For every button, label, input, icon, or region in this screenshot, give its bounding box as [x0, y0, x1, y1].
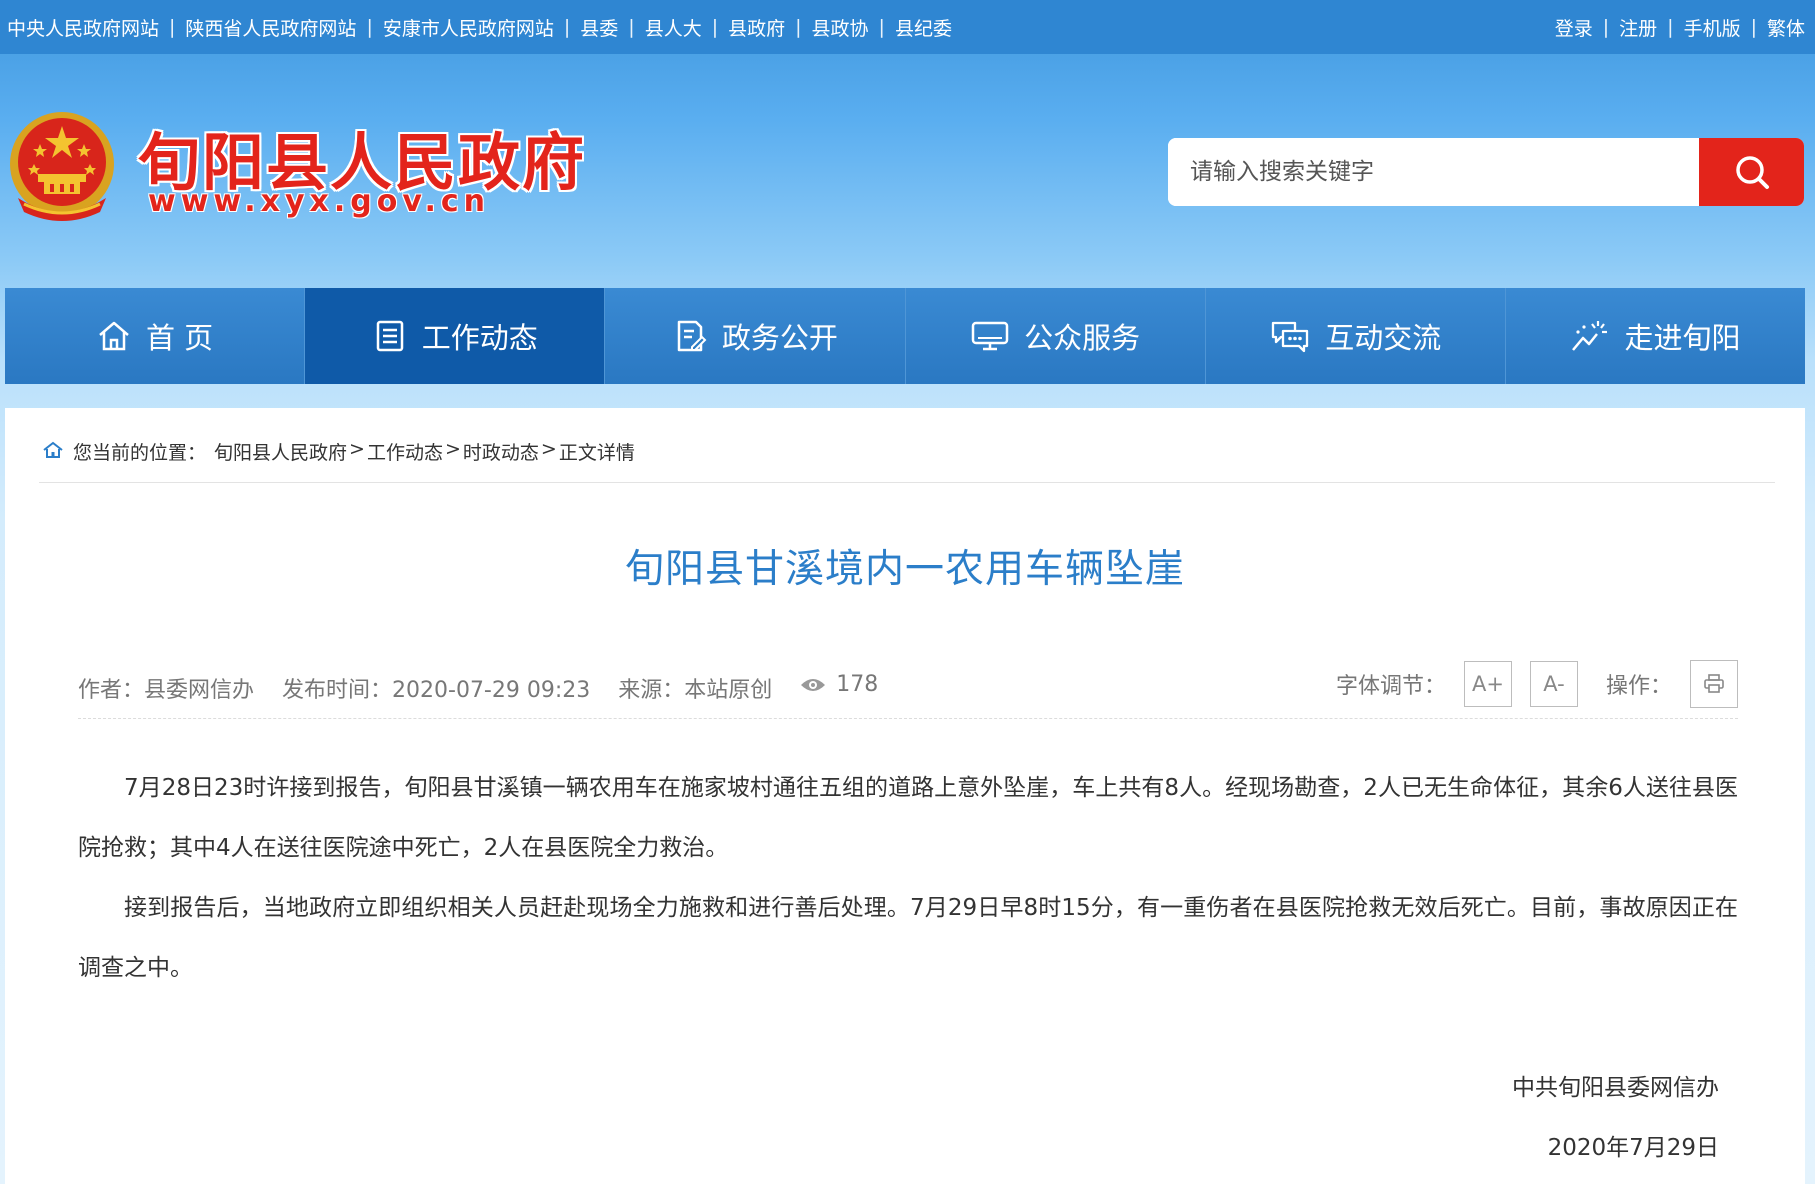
top-link-separator: | — [795, 16, 802, 38]
file-edit-icon — [677, 320, 707, 352]
top-link-separator: | — [169, 16, 176, 38]
article-date: 2020年7月29日 — [1547, 1135, 1719, 1161]
main-nav: 首 页 工作动态 政务公开 公众服务 互动交流 走进旬阳 — [5, 288, 1806, 384]
top-link-separator: | — [563, 16, 571, 38]
operation-label: 操作： — [1605, 674, 1672, 699]
monitor-icon — [971, 321, 1009, 351]
nav-item-label: 工作动态 — [421, 321, 538, 355]
top-link-separator: | — [1750, 16, 1757, 38]
top-link-county-government[interactable]: 县政府 — [728, 14, 785, 41]
breadcrumb-item-county-gov[interactable]: 旬阳县人民政府 — [214, 438, 347, 465]
article-paragraph: 7月28日23时许接到报告，旬阳县甘溪镇一辆农用车在施家坡村通往五组的道路上意外… — [78, 775, 1738, 861]
search-box — [1168, 138, 1804, 206]
article-signature: 中共旬阳县委网信办 — [1512, 1075, 1719, 1101]
nav-item-public-service[interactable]: 公众服务 — [905, 288, 1206, 384]
article-author: 作者：县委网信办 — [78, 678, 255, 703]
article-signature-block: 中共旬阳县委网信办 2020年7月29日 — [1512, 1058, 1719, 1178]
home-icon — [99, 321, 129, 351]
article-meta: 作者：县委网信办 发布时间：2020-07-29 09:23 来源：本站原创 1… — [78, 660, 1738, 719]
top-link-county-congress[interactable]: 县人大 — [645, 14, 702, 41]
article-publish-time: 发布时间：2020-07-29 09:23 — [282, 678, 591, 703]
breadcrumb-separator: > — [349, 438, 365, 460]
font-adjust-label: 字体调节： — [1335, 674, 1446, 699]
font-decrease-button[interactable]: A- — [1529, 661, 1578, 707]
nav-item-label: 互动交流 — [1325, 321, 1442, 355]
breadcrumb-home-icon — [43, 441, 63, 458]
top-link-separator: | — [878, 16, 885, 38]
article-paragraph: 接到报告后，当地政府立即组织相关人员赶赴现场全力施救和进行善后处理。7月29日早… — [78, 895, 1738, 981]
print-icon — [1704, 674, 1724, 693]
article-tools: 字体调节： A+ A- 操作： — [1336, 660, 1738, 708]
article-title: 旬阳县甘溪境内一农用车辆坠崖 — [624, 547, 1185, 592]
content-panel: 您当前的位置： 旬阳县人民政府 > 工作动态 > 时政动态 > 正文详情 旬阳县甘溪境… — [5, 408, 1805, 1184]
nav-item-label: 政务公开 — [721, 321, 838, 355]
breadcrumb-separator: > — [540, 438, 557, 460]
nav-item-label: 公众服务 — [1024, 321, 1141, 355]
breadcrumb-item-current-affairs[interactable]: 时政动态 — [463, 438, 539, 465]
top-link-county-committee[interactable]: 县委 — [580, 14, 618, 41]
search-button[interactable] — [1699, 138, 1804, 206]
nav-item-about-xunyang[interactable]: 走进旬阳 — [1505, 288, 1806, 384]
nav-item-home[interactable]: 首 页 — [5, 288, 306, 384]
traditional-chinese-link[interactable]: 繁体 — [1767, 14, 1805, 41]
nav-item-label: 首 页 — [145, 321, 214, 355]
view-count: 178 — [800, 660, 878, 697]
top-link-separator: | — [366, 16, 373, 38]
top-link-bar: 中央人民政府网站 | 陕西省人民政府网站 | 安康市人民政府网站 | 县委 | 县人大 |… — [0, 0, 1815, 54]
document-list-icon — [376, 320, 403, 352]
top-link-separator: | — [1667, 16, 1674, 38]
top-links-right: 登录 | 注册 | 手机版 | 繁体 — [1555, 14, 1815, 41]
search-icon — [1735, 156, 1769, 189]
top-link-separator: | — [1602, 16, 1610, 38]
nav-item-interaction[interactable]: 互动交流 — [1205, 288, 1506, 384]
mobile-version-link[interactable]: 手机版 — [1684, 14, 1741, 41]
breadcrumb: 您当前的位置： 旬阳县人民政府 > 工作动态 > 时政动态 > 正文详情 — [39, 438, 1775, 483]
top-link-ankang-gov[interactable]: 安康市人民政府网站 — [383, 14, 554, 41]
article-source: 来源：本站原创 — [618, 678, 773, 703]
register-link[interactable]: 注册 — [1619, 14, 1657, 41]
site-url: www.xyx.gov.cn — [148, 184, 491, 219]
eye-icon — [801, 678, 826, 691]
article-body: 7月28日23时许接到报告，旬阳县甘溪镇一辆农用车在施家坡村通往五组的道路上意外… — [78, 758, 1738, 998]
top-link-separator: | — [628, 16, 635, 38]
sparkle-icon — [1572, 321, 1608, 351]
top-link-county-discipline[interactable]: 县纪委 — [895, 14, 952, 41]
top-link-central-gov[interactable]: 中央人民政府网站 — [7, 14, 159, 41]
nav-item-work-news[interactable]: 工作动态 — [305, 288, 606, 384]
breadcrumb-item-detail: 正文详情 — [558, 442, 635, 464]
top-link-county-cppcc[interactable]: 县政协 — [812, 14, 869, 41]
print-button[interactable] — [1690, 660, 1738, 708]
view-count-value: 178 — [836, 672, 879, 697]
font-increase-button[interactable]: A+ — [1463, 661, 1512, 707]
top-links-left: 中央人民政府网站 | 陕西省人民政府网站 | 安康市人民政府网站 | 县委 | 县人大 |… — [0, 14, 952, 41]
national-emblem-icon — [10, 112, 114, 221]
top-link-shaanxi-gov[interactable]: 陕西省人民政府网站 — [185, 14, 356, 41]
nav-item-label: 走进旬阳 — [1624, 321, 1741, 355]
nav-item-gov-affairs[interactable]: 政务公开 — [605, 288, 906, 384]
search-input[interactable] — [1168, 138, 1699, 206]
breadcrumb-item-work-news[interactable]: 工作动态 — [367, 438, 443, 465]
top-link-separator: | — [711, 16, 719, 38]
login-link[interactable]: 登录 — [1555, 14, 1593, 41]
site-header: 旬阳县人民政府 www.xyx.gov.cn — [0, 54, 1815, 286]
breadcrumb-prefix: 您当前的位置： — [73, 442, 207, 464]
breadcrumb-separator: > — [444, 438, 461, 460]
chat-bubble-icon — [1272, 321, 1309, 353]
